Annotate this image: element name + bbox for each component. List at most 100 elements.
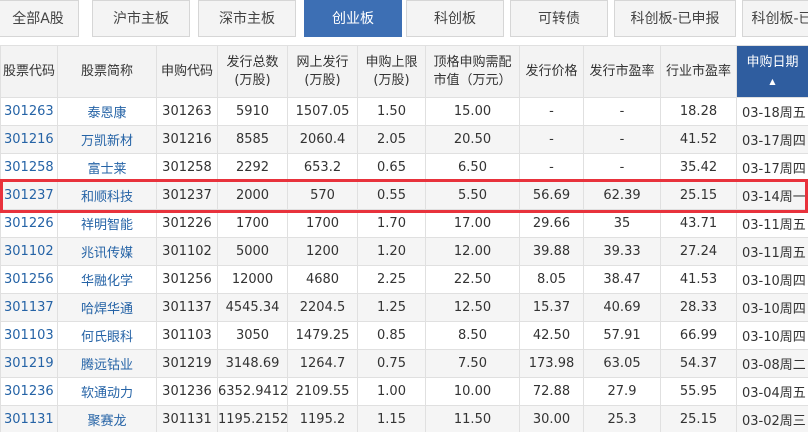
cell-issue-pe: 25.3 — [583, 405, 661, 432]
table-header-row: 股票代码 股票简称 申购代码 发行总数 (万股) 网上发行 (万股) 申购上限 (万股… — [0, 45, 808, 98]
cell-subscription-date: 03-11周五 — [736, 237, 808, 266]
cell-stock-code[interactable]: 301219 — [0, 349, 58, 378]
tab-convertible-bonds[interactable]: 可转债 — [510, 0, 608, 37]
cell-online-issue: 1195.2 — [287, 405, 358, 432]
cell-subscription-date: 03-17周四 — [736, 153, 808, 182]
table-row: 301103 何氏眼科 301103 3050 1479.25 0.85 8.50 42.50… — [0, 321, 808, 350]
cell-stock-name[interactable]: 泰恩康 — [57, 97, 157, 126]
column-header-issue-price[interactable]: 发行价格 — [519, 45, 584, 98]
cell-required-market-value: 7.50 — [425, 349, 520, 378]
cell-stock-name[interactable]: 和顺科技 — [57, 181, 157, 210]
cell-subscription-code: 301226 — [156, 209, 218, 238]
cell-subscription-limit: 1.25 — [357, 293, 426, 322]
tab-star-market-filed[interactable]: 科创板-已申报 — [614, 0, 736, 37]
tab-star-market-more[interactable]: 科创板-已 — [742, 0, 808, 37]
column-header-stock-code[interactable]: 股票代码 — [0, 45, 58, 98]
column-header-required-market-value[interactable]: 顶格申购需配 市值（万元） — [425, 45, 520, 98]
cell-stock-name[interactable]: 祥明智能 — [57, 209, 157, 238]
tab-chinext[interactable]: 创业板 — [304, 0, 402, 37]
cell-stock-name[interactable]: 富士莱 — [57, 153, 157, 182]
cell-issue-pe: 40.69 — [583, 293, 661, 322]
cell-subscription-limit: 0.65 — [357, 153, 426, 182]
cell-issue-price: 15.37 — [519, 293, 584, 322]
cell-online-issue: 1264.7 — [287, 349, 358, 378]
table-row: 301258 富士莱 301258 2292 653.2 0.65 6.50- -35.42 0… — [0, 153, 808, 182]
cell-subscription-code: 301237 — [156, 181, 218, 210]
cell-issue-price: 8.05 — [519, 265, 584, 294]
cell-subscription-code: 301102 — [156, 237, 218, 266]
cell-subscription-limit: 2.25 — [357, 265, 426, 294]
cell-industry-pe: 55.95 — [660, 377, 737, 406]
cell-stock-code[interactable]: 301103 — [0, 321, 58, 350]
cell-online-issue: 1479.25 — [287, 321, 358, 350]
cell-total-issue: 1195.2152 — [217, 405, 288, 432]
tab-shanghai-main-board[interactable]: 沪市主板 — [92, 0, 190, 37]
cell-industry-pe: 28.33 — [660, 293, 737, 322]
cell-stock-code[interactable]: 301102 — [0, 237, 58, 266]
cell-required-market-value: 5.50 — [425, 181, 520, 210]
cell-subscription-limit: 0.75 — [357, 349, 426, 378]
cell-stock-code[interactable]: 301256 — [0, 265, 58, 294]
column-header-subscription-date[interactable]: 申购日期 ▲ — [736, 45, 808, 98]
tab-shenzhen-main-board[interactable]: 深市主板 — [198, 0, 296, 37]
column-header-total-issue[interactable]: 发行总数 (万股) — [217, 45, 288, 98]
cell-issue-pe: 63.05 — [583, 349, 661, 378]
tab-all-a-shares[interactable]: 全部A股 — [0, 0, 79, 37]
cell-stock-code[interactable]: 301258 — [0, 153, 58, 182]
cell-industry-pe: 54.37 — [660, 349, 737, 378]
cell-online-issue: 2109.55 — [287, 377, 358, 406]
cell-online-issue: 1200 — [287, 237, 358, 266]
cell-stock-code[interactable]: 301263 — [0, 97, 58, 126]
column-header-subscription-limit[interactable]: 申购上限 (万股) — [357, 45, 426, 98]
column-header-industry-pe[interactable]: 行业市盈率 — [660, 45, 737, 98]
cell-stock-name[interactable]: 何氏眼科 — [57, 321, 157, 350]
cell-required-market-value: 11.50 — [425, 405, 520, 432]
cell-industry-pe: 35.42 — [660, 153, 737, 182]
cell-stock-code[interactable]: 301226 — [0, 209, 58, 238]
cell-issue-pe: 39.33 — [583, 237, 661, 266]
cell-stock-name[interactable]: 聚赛龙 — [57, 405, 157, 432]
cell-subscription-limit: 0.55 — [357, 181, 426, 210]
cell-stock-code[interactable]: 301236 — [0, 377, 58, 406]
cell-issue-price: 72.88 — [519, 377, 584, 406]
column-header-issue-pe[interactable]: 发行市盈率 — [583, 45, 661, 98]
cell-stock-name[interactable]: 万凯新材 — [57, 125, 157, 154]
cell-required-market-value: 20.50 — [425, 125, 520, 154]
column-header-stock-name[interactable]: 股票简称 — [57, 45, 157, 98]
cell-stock-name[interactable]: 腾远钴业 — [57, 349, 157, 378]
cell-stock-code[interactable]: 301216 — [0, 125, 58, 154]
cell-subscription-date: 03-02周三 — [736, 405, 808, 432]
cell-subscription-code: 301263 — [156, 97, 218, 126]
cell-issue-price: - — [519, 97, 584, 126]
column-header-online-issue[interactable]: 网上发行 (万股) — [287, 45, 358, 98]
cell-subscription-limit: 1.20 — [357, 237, 426, 266]
cell-industry-pe: 18.28 — [660, 97, 737, 126]
cell-total-issue: 5000 — [217, 237, 288, 266]
cell-stock-code[interactable]: 301137 — [0, 293, 58, 322]
cell-subscription-code: 301258 — [156, 153, 218, 182]
table-row: 301263 泰恩康 301263 5910 1507.05 1.50 15.00- -18.… — [0, 97, 808, 126]
cell-subscription-code: 301131 — [156, 405, 218, 432]
cell-total-issue: 5910 — [217, 97, 288, 126]
cell-issue-price: - — [519, 153, 584, 182]
table-row: 301226 祥明智能 301226 1700 1700 1.70 17.00 29.66 35… — [0, 209, 808, 238]
cell-online-issue: 2204.5 — [287, 293, 358, 322]
cell-stock-code[interactable]: 301131 — [0, 405, 58, 432]
cell-stock-name[interactable]: 软通动力 — [57, 377, 157, 406]
cell-stock-code[interactable]: 301237 — [0, 181, 58, 210]
tab-star-market[interactable]: 科创板 — [406, 0, 504, 37]
column-header-subscription-code[interactable]: 申购代码 — [156, 45, 218, 98]
cell-issue-pe: 27.9 — [583, 377, 661, 406]
cell-online-issue: 4680 — [287, 265, 358, 294]
cell-issue-pe: 35 — [583, 209, 661, 238]
cell-stock-name[interactable]: 华融化学 — [57, 265, 157, 294]
cell-issue-pe: - — [583, 125, 661, 154]
cell-subscription-date: 03-10周四 — [736, 293, 808, 322]
ipo-subscription-table: 股票代码 股票简称 申购代码 发行总数 (万股) 网上发行 (万股) 申购上限 (万股… — [0, 45, 808, 432]
cell-issue-price: 30.00 — [519, 405, 584, 432]
cell-stock-name[interactable]: 兆讯传媒 — [57, 237, 157, 266]
cell-stock-name[interactable]: 哈焊华通 — [57, 293, 157, 322]
cell-issue-price: 173.98 — [519, 349, 584, 378]
cell-total-issue: 3148.69 — [217, 349, 288, 378]
cell-issue-pe: 38.47 — [583, 265, 661, 294]
